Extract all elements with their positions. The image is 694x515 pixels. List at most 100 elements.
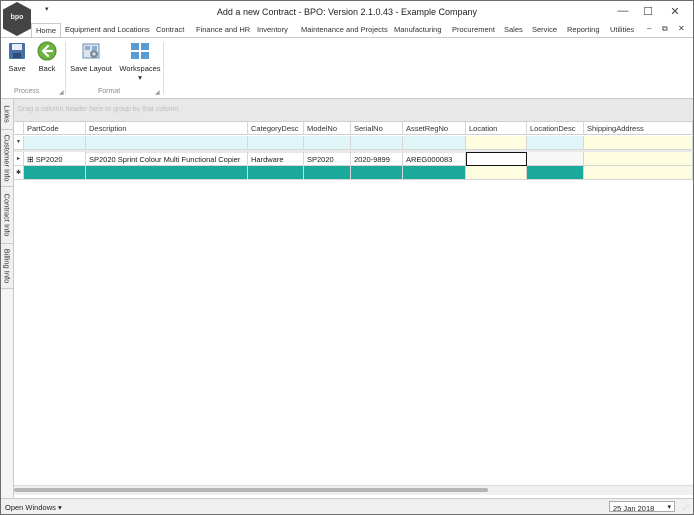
filter-cell-modelno[interactable] [304,136,351,150]
format-group-launcher-icon[interactable]: ◢ [155,89,160,96]
cell-partcode-value: SP2020 [35,155,63,164]
new-row-cell-description[interactable] [86,166,248,180]
table-row-cell-categorydesc[interactable]: Hardware [248,152,304,166]
filter-cell-description[interactable] [86,136,248,150]
save-button[interactable]: Save [6,41,28,73]
tab-finance-and-hr[interactable]: Finance and HR [196,25,250,34]
table-row-cell-serialno[interactable]: 2020-9899 [351,152,403,166]
table-row-cell-locationdesc[interactable] [527,152,584,166]
table-row-cell-location-focused[interactable] [466,152,527,166]
filter-cell-locationdesc[interactable] [527,136,584,150]
tab-home[interactable]: Home [31,23,62,37]
close-button[interactable]: ✕ [664,5,686,18]
mdi-close-button[interactable]: ✕ [678,24,685,33]
tab-procurement[interactable]: Procurement [452,25,495,34]
group-by-hint: Drag a column header here to group by th… [18,106,179,113]
header-indicator-corner [14,122,24,135]
group-separator [163,42,164,94]
new-row-cell-shippingaddress[interactable] [584,166,693,180]
ribbon-tab-bar: Home Equipment and Locations Contract Fi… [1,23,693,38]
column-header-modelno[interactable]: ModelNo [304,122,351,135]
tab-reporting[interactable]: Reporting [567,25,600,34]
horizontal-scrollbar[interactable] [14,485,693,495]
tab-sales[interactable]: Sales [504,25,523,34]
table-row-cell-shippingaddress[interactable] [584,152,693,166]
group-separator [65,42,66,94]
window-title: Add a new Contract - BPO: Version 2.1.0.… [216,7,478,17]
title-bar: bpo ▾ Add a new Contract - BPO: Version … [1,1,693,36]
process-group-launcher-icon[interactable]: ◢ [59,89,64,96]
new-row-cell-modelno[interactable] [304,166,351,180]
resize-grip-icon[interactable]: ⋰ [683,504,689,511]
save-layout-label: Save Layout [70,64,112,73]
side-tab-links[interactable]: Links [1,99,13,130]
column-header-serialno[interactable]: SerialNo [351,122,403,135]
side-tab-strip: Links Customer Info Contract Info Billin… [1,99,14,499]
save-layout-icon [81,41,101,61]
row-indicator-icon[interactable]: ▸ [14,152,24,166]
group-by-panel[interactable]: Drag a column header here to group by th… [14,99,693,122]
mdi-restore-button[interactable]: ⧉ [662,24,668,34]
new-row-cell-locationdesc[interactable] [527,166,584,180]
side-tab-billing-info-label: Billing Info [2,248,12,284]
filter-cell-shippingaddress[interactable] [584,136,693,150]
column-header-shippingaddress[interactable]: ShippingAddress [584,122,693,135]
filter-cell-assetregno[interactable] [403,136,466,150]
save-icon [7,41,27,61]
side-tab-contract-info[interactable]: Contract Info [1,187,13,244]
back-arrow-icon [37,41,57,61]
table-row-cell-description[interactable]: SP2020 Sprint Colour Multi Functional Co… [86,152,248,166]
tab-inventory[interactable]: Inventory [257,25,288,34]
new-row-cell-partcode[interactable] [24,166,86,180]
tab-equipment-and-locations[interactable]: Equipment and Locations [65,25,150,34]
table-row-cell-assetregno[interactable]: AREG000083 [403,152,466,166]
minimize-button[interactable]: — [612,5,634,17]
filter-cell-location[interactable] [466,136,527,150]
filter-row-icon[interactable]: ▼ [14,136,24,150]
group-label-process: Process [14,88,40,95]
table-row-cell-partcode[interactable]: ⊞ SP2020 [24,152,86,166]
tab-manufacturing[interactable]: Manufacturing [394,25,442,34]
column-header-partcode[interactable]: PartCode [24,122,86,135]
mdi-minimize-button[interactable]: – [647,24,651,33]
logo-text: bpo [10,14,24,21]
tab-maintenance-and-projects[interactable]: Maintenance and Projects [301,25,388,34]
new-row-cell-serialno[interactable] [351,166,403,180]
filter-cell-serialno[interactable] [351,136,403,150]
new-row-cell-location[interactable] [466,166,527,180]
date-picker[interactable]: 25 Jan 2018 ▾ [609,501,675,513]
expand-row-icon[interactable]: ⊞ [27,155,34,164]
group-label-format: Format [98,88,121,95]
column-header-assetregno[interactable]: AssetRegNo [403,122,466,135]
save-layout-button[interactable]: Save Layout [69,41,113,73]
calendar-dropdown-icon[interactable]: ▾ [667,503,671,511]
column-header-location[interactable]: Location [466,122,527,135]
tab-utilities[interactable]: Utilities [610,25,634,34]
side-tab-customer-info-label: Customer Info [2,134,12,182]
new-row-cell-categorydesc[interactable] [248,166,304,180]
horizontal-scroll-thumb[interactable] [14,488,488,492]
side-tab-billing-info[interactable]: Billing Info [1,244,13,289]
workspaces-icon [130,41,150,61]
open-windows-dropdown[interactable]: Open Windows ▾ [5,503,62,512]
maximize-button[interactable]: ☐ [637,5,659,18]
tab-contract[interactable]: Contract [156,25,184,34]
ribbon-panel: Save Back Process ◢ Save Layout Workspac… [1,37,693,99]
tab-service[interactable]: Service [532,25,557,34]
save-button-label: Save [8,64,26,73]
filter-cell-partcode[interactable] [24,136,86,150]
column-header-description[interactable]: Description [86,122,248,135]
contract-items-grid: Drag a column header here to group by th… [14,99,693,499]
table-row-cell-modelno[interactable]: SP2020 [304,152,351,166]
app-window: bpo ▾ Add a new Contract - BPO: Version … [0,0,694,515]
back-button[interactable]: Back [36,41,58,73]
back-button-label: Back [38,64,56,73]
workspaces-button[interactable]: Workspaces ▾ [118,41,162,82]
new-row-cell-assetregno[interactable] [403,166,466,180]
new-row-indicator-icon[interactable]: ✱ [14,166,24,180]
column-header-categorydesc[interactable]: CategoryDesc [248,122,304,135]
side-tab-customer-info[interactable]: Customer Info [1,130,13,187]
column-header-locationdesc[interactable]: LocationDesc [527,122,584,135]
status-bar: Open Windows ▾ 25 Jan 2018 ▾ ⋰ [1,498,693,514]
filter-cell-categorydesc[interactable] [248,136,304,150]
